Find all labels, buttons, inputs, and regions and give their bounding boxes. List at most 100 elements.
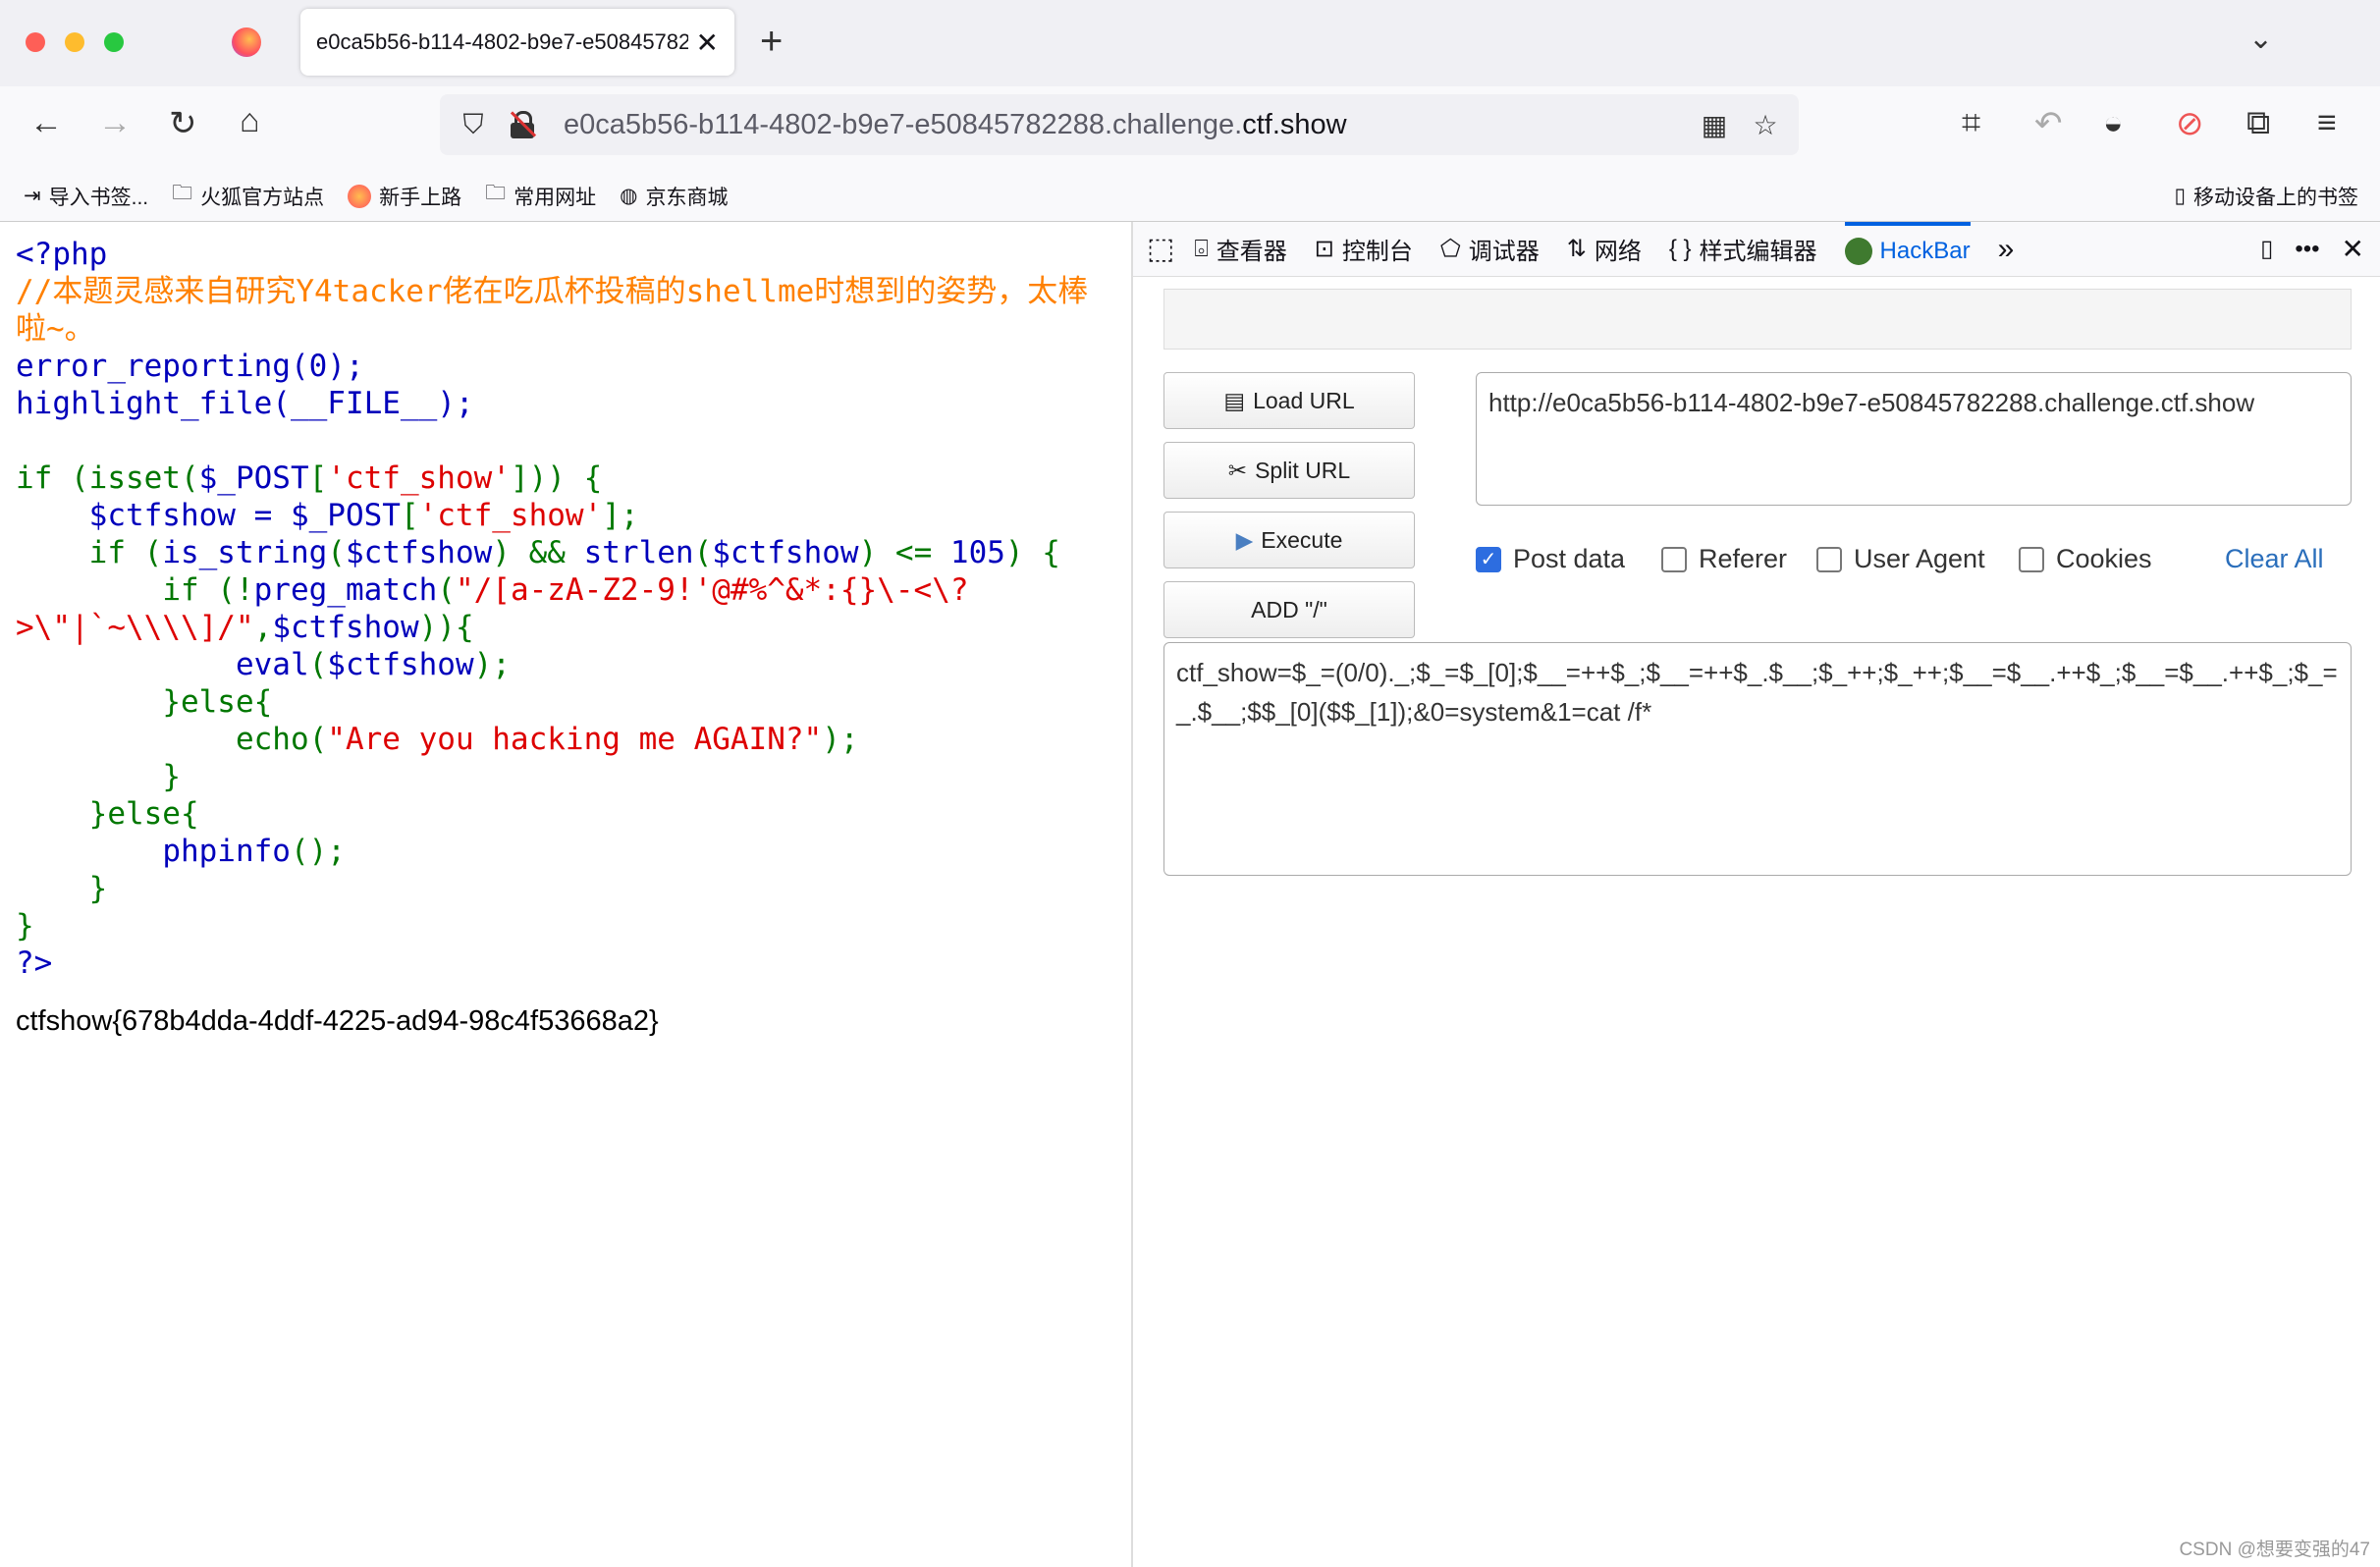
element-picker-button[interactable]: ⬚ — [1147, 222, 1174, 277]
shield-icon[interactable]: ⛉ — [458, 109, 489, 141]
bookmark-label: 京东商城 — [645, 186, 729, 209]
blocked-extension-icon[interactable]: ⊘ — [2176, 104, 2204, 143]
code-line: } — [16, 759, 181, 794]
bookmark-import[interactable]: ⇥ 导入书签... — [24, 182, 148, 211]
execute-button[interactable]: ▶ Execute — [1163, 512, 1415, 568]
reload-button[interactable]: ↻ — [169, 104, 197, 143]
code-line: } — [16, 908, 34, 944]
user-agent-checkbox[interactable]: User Agent — [1816, 544, 1985, 574]
more-tabs-icon[interactable]: » — [1998, 222, 2015, 277]
code-line: highlight_file(__FILE__); — [16, 386, 474, 421]
tab-label: 样式编辑器 — [1699, 239, 1817, 265]
code-line: if (isset($_POST['ctf_show'])) { — [16, 460, 603, 496]
close-devtools-icon[interactable]: ✕ — [2342, 222, 2364, 277]
code-comment: //本题灵感来自研究Y4tacker佬在吃瓜杯投稿的shellme时想到的姿势，… — [16, 274, 1089, 347]
extensions-icon[interactable]: ⧉ — [2246, 104, 2270, 142]
forward-button[interactable]: → — [98, 104, 132, 142]
tab-title: e0ca5b56-b114-4802-b9e7-e50845782288.cha… — [316, 29, 688, 54]
more-options-icon[interactable]: ••• — [2295, 222, 2319, 277]
hackbar-icon — [1844, 237, 1872, 265]
bookmarks-bar: ⇥ 导入书签... 🗀 火狐官方站点 新手上路 🗀 常用网址 ◍ 京东商城 ▯ 移动设备上… — [0, 171, 2380, 222]
insecure-lock-icon[interactable] — [510, 111, 537, 138]
braces-icon: { } — [1668, 235, 1692, 262]
bookmark-jd[interactable]: ◍ 京东商城 — [620, 182, 728, 211]
new-tab-button[interactable]: + — [760, 20, 783, 64]
code-line: }else{ — [16, 684, 273, 720]
php-source: <?php //本题灵感来自研究Y4tacker佬在吃瓜杯投稿的shellme时… — [16, 236, 1115, 982]
clear-all-link[interactable]: Clear All — [2225, 544, 2324, 574]
minimize-window-button[interactable] — [65, 32, 84, 52]
code-line: if (!preg_match("/[a-zA-Z2-9!'@#%^&*:{}\… — [16, 572, 969, 645]
qr-code-icon[interactable]: ▦ — [1699, 109, 1730, 141]
cookies-checkbox[interactable]: Cookies — [2019, 544, 2152, 574]
tab-label: 查看器 — [1216, 239, 1287, 265]
code-line: } — [16, 871, 108, 906]
split-url-button[interactable]: ✂ Split URL — [1163, 442, 1415, 499]
code-line: error_reporting(0); — [16, 349, 364, 384]
tab-console[interactable]: ⊡ 控制台 — [1315, 222, 1413, 277]
bookmark-firefox-official[interactable]: 🗀 火狐官方站点 — [172, 179, 324, 213]
bookmark-label: 导入书签... — [48, 186, 149, 209]
bookmark-common-sites[interactable]: 🗀 常用网址 — [485, 179, 596, 213]
checkbox-label: Post data — [1513, 544, 1626, 573]
watermark: CSDN @想要变强的47 — [2179, 1540, 2370, 1560]
browser-tab[interactable]: e0ca5b56-b114-4802-b9e7-e50845782288.cha… — [300, 9, 734, 76]
bookmark-star-icon[interactable]: ☆ — [1750, 109, 1781, 141]
button-label: Load URL — [1253, 387, 1355, 413]
home-button[interactable]: ⌂ — [240, 102, 260, 140]
checkbox-icon — [1661, 546, 1687, 572]
post-data-checkbox[interactable]: ✓ Post data — [1476, 544, 1625, 574]
tab-label: 控制台 — [1341, 239, 1413, 265]
console-icon: ⊡ — [1314, 236, 1334, 262]
bookmark-label: 常用网址 — [514, 186, 597, 209]
url-textarea[interactable]: http://e0ca5b56-b114-4802-b9e7-e50845782… — [1476, 372, 2352, 506]
url-bar[interactable]: ⛉ e0ca5b56-b114-4802-b9e7-e50845782288.c… — [440, 94, 1799, 155]
url-prefix: e0ca5b56-b114-4802-b9e7-e50845782288.cha… — [564, 108, 1243, 140]
tab-label: HackBar — [1879, 237, 1971, 264]
code-line: phpinfo(); — [162, 834, 346, 869]
firefox-icon — [232, 27, 261, 57]
list-tabs-icon[interactable]: ⌄ — [2248, 22, 2273, 56]
page-content: <?php //本题灵感来自研究Y4tacker佬在吃瓜杯投稿的shellme时… — [0, 222, 1131, 1567]
firefox-icon — [348, 184, 372, 208]
mobile-bookmarks[interactable]: ▯ 移动设备上的书签 — [2174, 182, 2358, 211]
responsive-mode-icon[interactable]: ▯ — [2260, 222, 2273, 277]
import-icon: ⇥ — [24, 185, 41, 207]
folder-icon: 🗀 — [485, 182, 507, 204]
referer-checkbox[interactable]: Referer — [1661, 544, 1787, 574]
post-data-textarea[interactable]: ctf_show=$_=(0/0)._;$_=$_[0];$__=++$_;$_… — [1163, 642, 2352, 876]
load-url-button[interactable]: ▤ Load URL — [1163, 372, 1415, 429]
bookmark-label: 火狐官方站点 — [200, 186, 325, 209]
close-window-button[interactable] — [26, 32, 45, 52]
tab-bar: e0ca5b56-b114-4802-b9e7-e50845782288.cha… — [0, 0, 2380, 86]
screenshot-icon[interactable]: ⌗ — [1962, 104, 1980, 142]
tab-network[interactable]: ⇅ 网络 — [1567, 222, 1642, 277]
code-line: $ctfshow = $_POST['ctf_show']; — [16, 498, 639, 533]
tab-hackbar[interactable]: HackBar — [1844, 221, 1971, 277]
extension-hat-icon[interactable]: ◒ — [2103, 104, 2124, 142]
back-button[interactable]: ← — [29, 104, 63, 142]
url-domain: ctf.show — [1242, 108, 1347, 140]
tab-label: 网络 — [1594, 239, 1642, 265]
url-text: e0ca5b56-b114-4802-b9e7-e50845782288.cha… — [564, 109, 1347, 141]
maximize-window-button[interactable] — [104, 32, 124, 52]
tab-style-editor[interactable]: { } 样式编辑器 — [1669, 222, 1817, 277]
bookmark-getting-started[interactable]: 新手上路 — [348, 182, 461, 211]
undo-icon[interactable]: ↶ — [2034, 104, 2063, 143]
button-label: ADD "/" — [1251, 596, 1327, 622]
scissors-icon: ✂ — [1227, 457, 1248, 483]
mobile-icon: ▯ — [2174, 185, 2186, 207]
network-icon: ⇅ — [1566, 236, 1587, 262]
devtools-panel: ⬚ ⌻ 查看器 ⊡ 控制台 ⬠ 调试器 ⇅ 网络 { } 样式编辑器 HackBar » … — [1131, 221, 2380, 1567]
checkbox-label: Cookies — [2056, 544, 2152, 573]
tab-debugger[interactable]: ⬠ 调试器 — [1440, 222, 1540, 277]
nav-bar: ← → ↻ ⌂ ⛉ e0ca5b56-b114-4802-b9e7-e50845… — [0, 86, 2380, 171]
button-label: Split URL — [1255, 457, 1351, 483]
menu-icon[interactable]: ≡ — [2317, 104, 2337, 142]
close-tab-icon[interactable]: ✕ — [696, 27, 719, 59]
tab-inspector[interactable]: ⌻ 查看器 — [1194, 222, 1286, 277]
folder-icon: 🗀 — [172, 182, 193, 204]
checkbox-label: User Agent — [1854, 544, 1985, 573]
add-slash-button[interactable]: ADD "/" — [1163, 581, 1415, 638]
inspector-icon: ⌻ — [1194, 235, 1209, 262]
